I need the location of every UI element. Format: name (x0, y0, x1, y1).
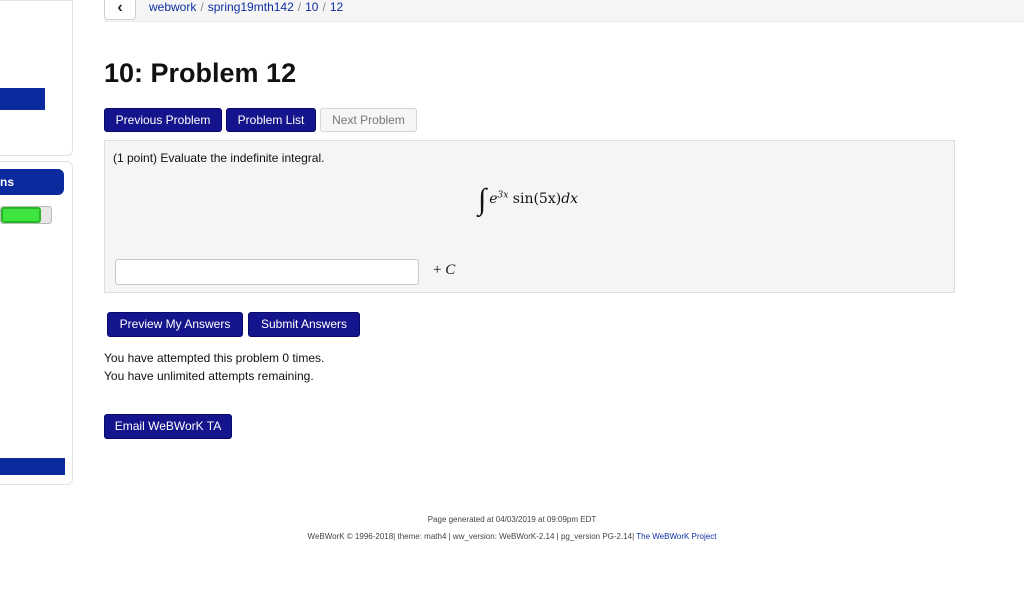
progress-bar-fill (1, 207, 41, 223)
integrand-exponent: 3x (497, 190, 509, 201)
breadcrumb-separator: / (200, 0, 204, 14)
integrand-sin: sin(5x) (512, 191, 562, 207)
next-problem-button: Next Problem (320, 108, 417, 132)
integral-sign: ∫ (478, 183, 487, 216)
breadcrumb-set[interactable]: 10 (305, 0, 318, 14)
footer-generated: Page generated at 04/03/2019 at 09:09pm … (427, 515, 597, 524)
sidebar-nav-item[interactable] (0, 88, 45, 110)
plus-constant: + C (433, 262, 455, 279)
progress-bar (0, 206, 52, 224)
page-title: 10: Problem 12 (104, 58, 297, 88)
plus-sign: + (433, 262, 442, 278)
sidebar-nav-item-bottom[interactable] (0, 458, 65, 475)
footer-project-link[interactable]: The WeBWorK Project (636, 532, 716, 541)
breadcrumb-problem: 12 (329, 0, 344, 14)
breadcrumb: webwork / spring19mth142/10/12 (149, 0, 343, 14)
integral-expression: ∫ e3x sin(5x)dx (478, 177, 579, 216)
footer-version: WeBWorK © 1996-2018| theme: math4 | ww_v… (307, 532, 635, 541)
integrand-base: e (489, 191, 498, 207)
problem-list-button[interactable]: Problem List (226, 108, 316, 132)
sidebar-panel-top (0, 0, 73, 156)
attempts-remaining-text: You have unlimited attempts remaining. (104, 369, 314, 383)
footer-info: WeBWorK © 1996-2018| theme: math4 | ww_v… (0, 532, 1024, 541)
submit-answers-button[interactable]: Submit Answers (248, 312, 360, 337)
breadcrumb-separator: / (297, 0, 302, 14)
previous-problem-button[interactable]: Previous Problem (104, 108, 222, 132)
email-ta-button[interactable]: Email WeBWorK TA (104, 414, 232, 439)
breadcrumb-webwork[interactable]: webwork (149, 0, 196, 14)
sidebar-tab-label: ns (0, 175, 15, 189)
chevron-left-icon: ‹ (117, 0, 123, 16)
attempts-count-text: You have attempted this problem 0 times. (104, 351, 325, 365)
answer-input[interactable] (115, 259, 419, 285)
problem-body: (1 point) Evaluate the indefinite integr… (104, 140, 955, 293)
constant-symbol: C (445, 262, 456, 278)
problem-statement: (1 point) Evaluate the indefinite integr… (113, 151, 325, 165)
integrand-differential: dx (561, 191, 579, 207)
breadcrumb-bar: ‹ webwork / spring19mth142/10/12 (104, 0, 1024, 22)
back-button[interactable]: ‹ (104, 0, 136, 20)
breadcrumb-course[interactable]: spring19mth142 (208, 0, 294, 14)
sidebar-tab[interactable]: ns (0, 169, 64, 195)
breadcrumb-separator: / (322, 0, 326, 14)
preview-answers-button[interactable]: Preview My Answers (107, 312, 243, 337)
